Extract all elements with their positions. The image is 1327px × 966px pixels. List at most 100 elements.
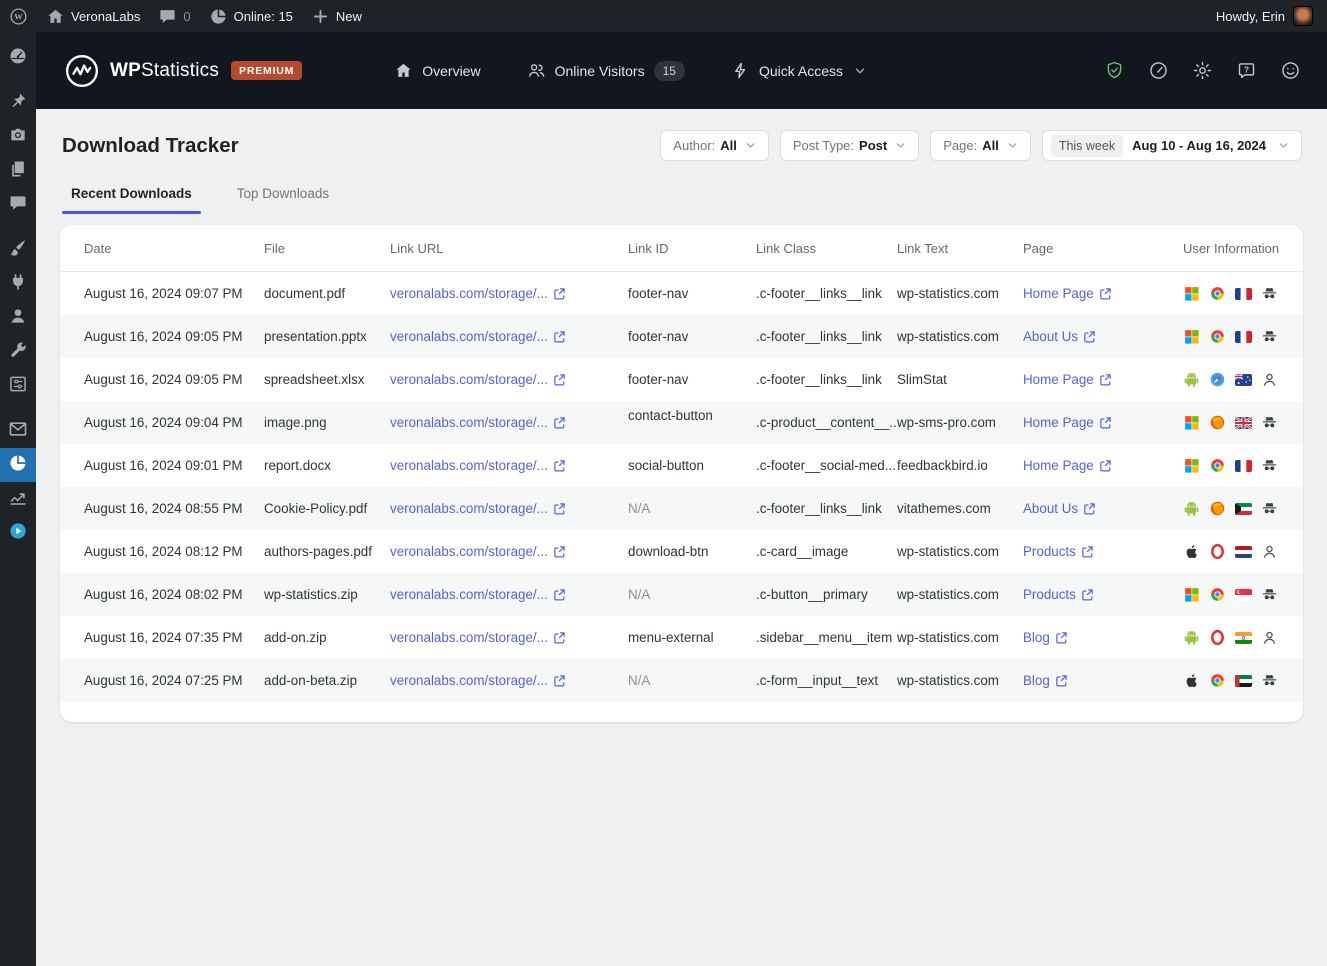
my-account-menu[interactable]: Howdy, Erin bbox=[1202, 0, 1327, 32]
external-link-icon bbox=[1099, 459, 1112, 472]
link-url[interactable]: veronalabs.com/storage/... bbox=[390, 587, 628, 602]
gear-icon[interactable] bbox=[1192, 60, 1213, 81]
filter-page-label: Page: bbox=[943, 138, 978, 153]
page-link[interactable]: Products bbox=[1023, 587, 1183, 602]
windows-os-icon bbox=[1183, 414, 1200, 431]
page-link-text: Home Page bbox=[1023, 372, 1094, 387]
cell-link-text: wp-statistics.com bbox=[897, 630, 999, 645]
link-url-text: veronalabs.com/storage/... bbox=[390, 286, 548, 301]
shield-check-icon[interactable] bbox=[1104, 60, 1125, 81]
nav-overview[interactable]: Overview bbox=[394, 61, 481, 80]
page-link[interactable]: Home Page bbox=[1023, 458, 1183, 473]
sidebar-item-comments[interactable] bbox=[0, 188, 36, 222]
external-link-icon bbox=[553, 545, 566, 558]
wp-logo-menu[interactable]: W bbox=[0, 0, 37, 32]
page-link[interactable]: About Us bbox=[1023, 329, 1183, 344]
link-url[interactable]: veronalabs.com/storage/... bbox=[390, 415, 628, 430]
home-icon bbox=[46, 7, 65, 26]
sidebar-item-video[interactable] bbox=[0, 516, 36, 550]
flag-france-icon bbox=[1235, 287, 1252, 300]
external-link-icon bbox=[1081, 588, 1094, 601]
filter-post-type[interactable]: Post Type: Post bbox=[779, 130, 920, 161]
online-visitors-link[interactable]: Online: 15 bbox=[200, 0, 302, 32]
site-name-link[interactable]: VeronaLabs bbox=[37, 0, 149, 32]
page-link[interactable]: Home Page bbox=[1023, 415, 1183, 430]
external-link-icon bbox=[1055, 674, 1068, 687]
cell-link-text: wp-statistics.com bbox=[897, 587, 999, 602]
page-link[interactable]: About Us bbox=[1023, 501, 1183, 516]
page-link[interactable]: Blog bbox=[1023, 673, 1183, 688]
link-url[interactable]: veronalabs.com/storage/... bbox=[390, 630, 628, 645]
sidebar-item-appearance[interactable] bbox=[0, 233, 36, 267]
incognito-icon bbox=[1261, 457, 1278, 474]
sidebar-item-users[interactable] bbox=[0, 301, 36, 335]
page-link[interactable]: Blog bbox=[1023, 630, 1183, 645]
new-content-menu[interactable]: New bbox=[302, 0, 371, 32]
sidebar-item-analytics[interactable] bbox=[0, 482, 36, 516]
plugins-icon bbox=[8, 272, 28, 297]
sidebar-item-dashboard[interactable] bbox=[0, 41, 36, 75]
external-link-icon bbox=[553, 330, 566, 343]
opera-browser-icon bbox=[1209, 629, 1226, 646]
link-url[interactable]: veronalabs.com/storage/... bbox=[390, 372, 628, 387]
sidebar-item-mail[interactable] bbox=[0, 414, 36, 448]
chrome-browser-icon bbox=[1209, 328, 1226, 345]
incognito-icon bbox=[1261, 414, 1278, 431]
sidebar-item-media[interactable] bbox=[0, 120, 36, 154]
tab-recent-downloads[interactable]: Recent Downloads bbox=[62, 176, 201, 214]
flag-france-icon bbox=[1235, 459, 1252, 472]
lightning-icon bbox=[731, 61, 750, 80]
external-link-icon bbox=[553, 631, 566, 644]
gauge-icon[interactable] bbox=[1148, 60, 1169, 81]
link-url[interactable]: veronalabs.com/storage/... bbox=[390, 286, 628, 301]
wp-statistics-logo[interactable]: WPStatistics PREMIUM bbox=[64, 53, 303, 89]
sidebar-item-posts-pin[interactable] bbox=[0, 86, 36, 120]
tab-top-downloads[interactable]: Top Downloads bbox=[228, 176, 338, 214]
link-url[interactable]: veronalabs.com/storage/... bbox=[390, 544, 628, 559]
filter-author[interactable]: Author: All bbox=[660, 130, 769, 161]
page-link-text: Home Page bbox=[1023, 286, 1094, 301]
dashboard-icon bbox=[8, 46, 28, 71]
content-area: Download Tracker Author: All Post Type: Pos… bbox=[36, 109, 1327, 966]
cell-link-class: .c-footer__social-med... bbox=[756, 458, 896, 473]
flag-singapore-icon bbox=[1235, 588, 1252, 601]
filter-page[interactable]: Page: All bbox=[930, 130, 1031, 161]
cell-link-id: footer-nav bbox=[628, 286, 689, 301]
incognito-icon bbox=[1261, 285, 1278, 302]
wp-statistics-icon bbox=[8, 453, 28, 478]
cell-link-class: .c-footer__links__link bbox=[756, 286, 882, 301]
chevron-down-icon bbox=[854, 65, 866, 77]
sidebar-item-settings[interactable] bbox=[0, 369, 36, 403]
sidebar-item-plugins[interactable] bbox=[0, 267, 36, 301]
incognito-icon bbox=[1261, 328, 1278, 345]
table-row: August 16, 2024 08:55 PM Cookie-Policy.pd… bbox=[60, 487, 1303, 530]
cell-file: report.docx bbox=[264, 458, 331, 473]
user-icon bbox=[1261, 371, 1278, 388]
link-url[interactable]: veronalabs.com/storage/... bbox=[390, 501, 628, 516]
page-link[interactable]: Home Page bbox=[1023, 372, 1183, 387]
smiley-icon[interactable] bbox=[1280, 60, 1301, 81]
comments-link[interactable]: 0 bbox=[149, 0, 199, 32]
link-url[interactable]: veronalabs.com/storage/... bbox=[390, 458, 628, 473]
nav-online-visitors[interactable]: Online Visitors 15 bbox=[527, 60, 685, 81]
sidebar-item-tools[interactable] bbox=[0, 335, 36, 369]
external-link-icon bbox=[553, 416, 566, 429]
nav-online-visitors-label: Online Visitors bbox=[554, 62, 645, 79]
date-range-filter[interactable]: This week Aug 10 - Aug 16, 2024 bbox=[1041, 130, 1302, 161]
page-link[interactable]: Products bbox=[1023, 544, 1183, 559]
table-row: August 16, 2024 08:12 PM authors-pages.pd… bbox=[60, 530, 1303, 573]
help-icon[interactable]: ? bbox=[1236, 60, 1257, 81]
link-url[interactable]: veronalabs.com/storage/... bbox=[390, 673, 628, 688]
cell-link-id: footer-nav bbox=[628, 372, 689, 387]
sidebar-item-pages[interactable] bbox=[0, 154, 36, 188]
nav-quick-access[interactable]: Quick Access bbox=[731, 61, 866, 80]
new-label: New bbox=[335, 8, 362, 24]
link-url[interactable]: veronalabs.com/storage/... bbox=[390, 329, 628, 344]
page-link[interactable]: Home Page bbox=[1023, 286, 1183, 301]
opera-browser-icon bbox=[1209, 543, 1226, 560]
filter-post-type-label: Post Type: bbox=[792, 138, 855, 153]
page-link-text: Products bbox=[1023, 544, 1076, 559]
sidebar-item-wp-statistics[interactable] bbox=[0, 448, 43, 482]
cell-link-id: N/A bbox=[628, 501, 651, 516]
online-visitors-badge: 15 bbox=[653, 60, 685, 81]
